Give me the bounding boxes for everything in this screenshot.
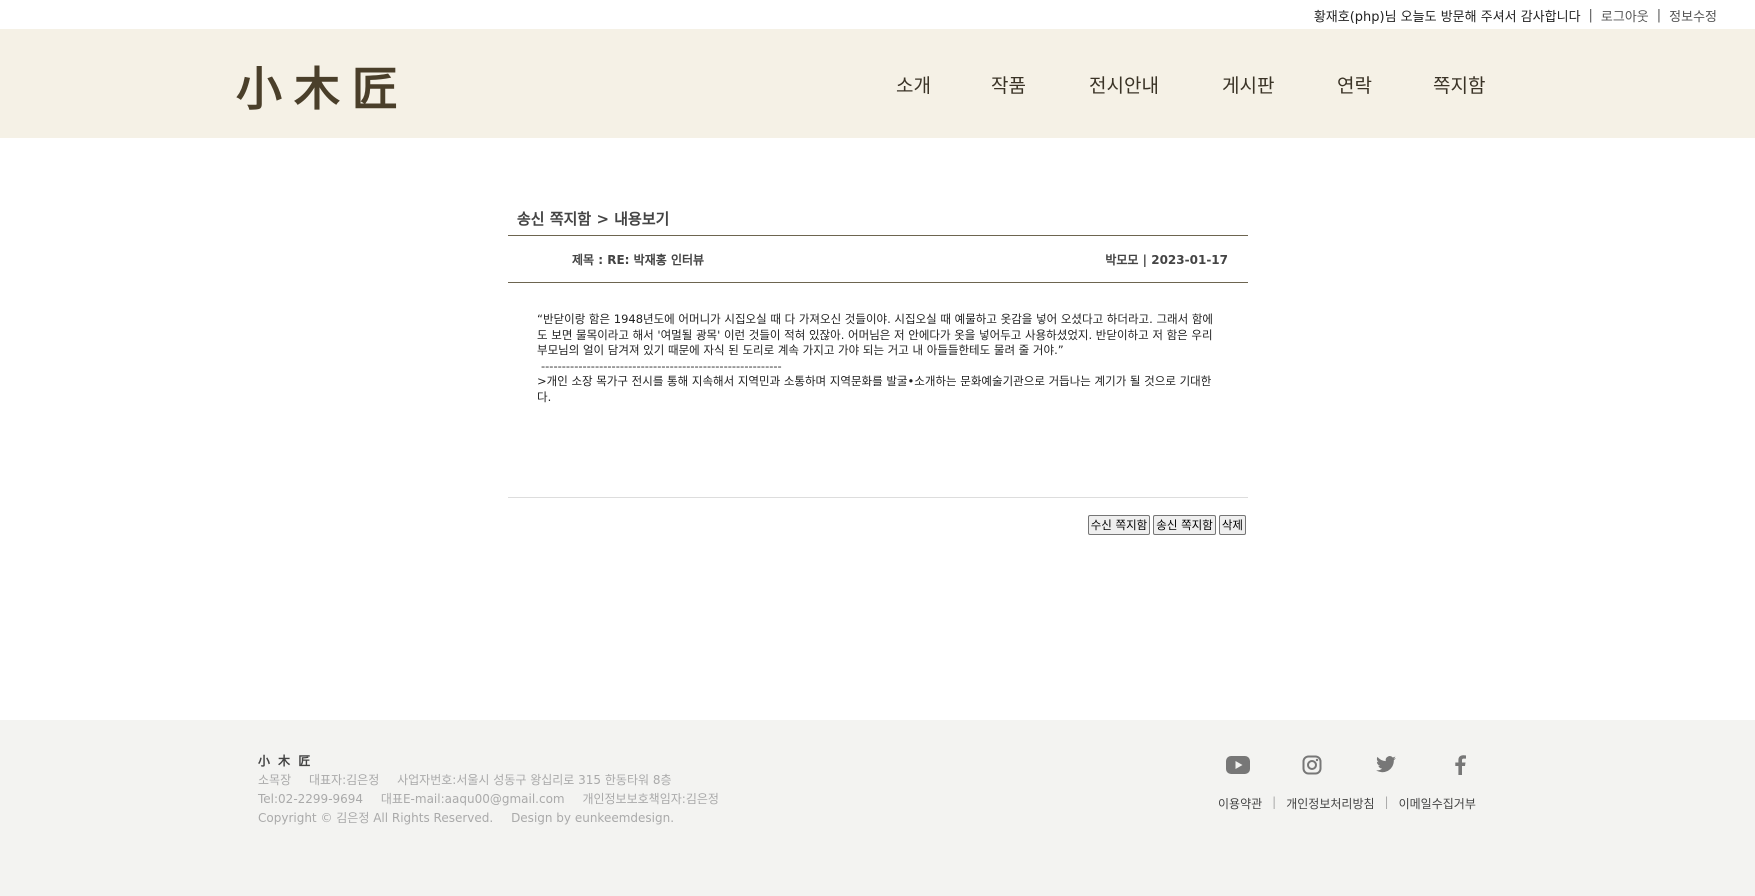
- footer-design-credit: Design by eunkeemdesign.: [511, 811, 675, 825]
- outbox-button[interactable]: 송신 쪽지함: [1153, 515, 1216, 535]
- profile-edit-link[interactable]: 정보수정: [1669, 6, 1717, 25]
- message-author: 박모모: [1105, 253, 1139, 267]
- nav-item-contact[interactable]: 연락: [1337, 71, 1372, 98]
- delete-button[interactable]: 삭제: [1218, 515, 1246, 535]
- footer-company: 소목장: [258, 773, 292, 787]
- policy-links: 이용약관 | 개인정보처리방침 | 이메일수집거부: [1218, 795, 1476, 812]
- top-bar: 황재호(php)님 오늘도 방문해 주셔서 감사합니다 | 로그아웃 | 정보수…: [0, 0, 1755, 29]
- inbox-button[interactable]: 수신 쪽지함: [1087, 515, 1151, 535]
- company-info: 小 木 匠 소목장 대표자:김은정 사업자번호:서울시 성동구 왕십리로 315…: [258, 752, 733, 828]
- youtube-icon[interactable]: [1222, 752, 1254, 778]
- footer-logo: 小 木 匠: [258, 754, 313, 768]
- message-body: “반닫이랑 함은 1948년도에 어머니가 시집오실 때 다 가져오신 것들이야…: [537, 312, 1217, 405]
- footer-privacy-officer: 개인정보보호책임자:김은정: [582, 792, 719, 806]
- breadcrumb: 송신 쪽지함 > 내용보기: [517, 210, 670, 228]
- social-links: [1222, 752, 1476, 778]
- site-footer: 小 木 匠 소목장 대표자:김은정 사업자번호:서울시 성동구 왕십리로 315…: [0, 720, 1755, 896]
- divider: [508, 282, 1248, 283]
- welcome-text: 황재호(php)님 오늘도 방문해 주셔서 감사합니다: [1313, 10, 1581, 25]
- divider: [508, 497, 1248, 498]
- separator: |: [1656, 8, 1662, 23]
- nav-item-about[interactable]: 소개: [896, 71, 931, 98]
- footer-address: 사업자번호:서울시 성동구 왕십리로 315 한동타워 8층: [397, 773, 672, 787]
- message-actions: 수신 쪽지함 송신 쪽지함 삭제: [1087, 515, 1246, 535]
- footer-info-row: Tel:02-2299-9694 대표E-mail:aaqu00@gmail.c…: [258, 790, 733, 809]
- footer-info-row: 소목장 대표자:김은정 사업자번호:서울시 성동구 왕십리로 315 한동타워 …: [258, 771, 733, 790]
- separator: |: [1272, 795, 1277, 809]
- site-logo[interactable]: 小木匠: [236, 53, 410, 119]
- message-header-row: 제목 : RE: 박재홍 인터뷰 박모모 | 2023-01-17: [508, 236, 1248, 282]
- message-quote: “반닫이랑 함은 1948년도에 어머니가 시집오실 때 다 가져오신 것들이야…: [537, 312, 1213, 357]
- terms-link[interactable]: 이용약관: [1218, 795, 1262, 812]
- message-dashes: ----------------------------------------…: [541, 358, 782, 373]
- nav-item-messages[interactable]: 쪽지함: [1433, 71, 1485, 98]
- footer-email: 대표E-mail:aaqu00@gmail.com: [380, 792, 565, 806]
- nav-item-exhibition[interactable]: 전시안내: [1089, 71, 1159, 98]
- email-refusal-link[interactable]: 이메일수집거부: [1399, 795, 1476, 812]
- footer-copyright: Copyright © 김은정 All Rights Reserved.: [258, 811, 494, 825]
- separator: |: [1588, 8, 1593, 23]
- message-date: 2023-01-17: [1151, 253, 1228, 267]
- site-header: 小木匠 소개 작품 전시안내 게시판 연락 쪽지함: [0, 29, 1755, 138]
- privacy-policy-link[interactable]: 개인정보처리방침: [1286, 795, 1374, 812]
- nav-item-works[interactable]: 작품: [991, 71, 1026, 98]
- footer-info-row: Copyright © 김은정 All Rights Reserved. Des…: [258, 809, 733, 828]
- meta-separator: |: [1142, 253, 1148, 267]
- message-meta: 박모모 | 2023-01-17: [1105, 251, 1228, 268]
- footer-tel: Tel:02-2299-9694: [258, 792, 364, 806]
- facebook-icon[interactable]: [1444, 752, 1476, 778]
- logout-link[interactable]: 로그아웃: [1601, 6, 1649, 25]
- instagram-icon[interactable]: [1296, 752, 1328, 778]
- message-body-text: >개인 소장 목가구 전시를 통해 지속해서 지역민과 소통하며 지역문화를 발…: [537, 374, 1212, 404]
- nav-item-board[interactable]: 게시판: [1222, 71, 1274, 98]
- message-subject: 제목 : RE: 박재홍 인터뷰: [572, 253, 705, 267]
- separator: |: [1384, 795, 1389, 809]
- footer-ceo: 대표자:김은정: [308, 773, 380, 787]
- twitter-icon[interactable]: [1370, 752, 1402, 778]
